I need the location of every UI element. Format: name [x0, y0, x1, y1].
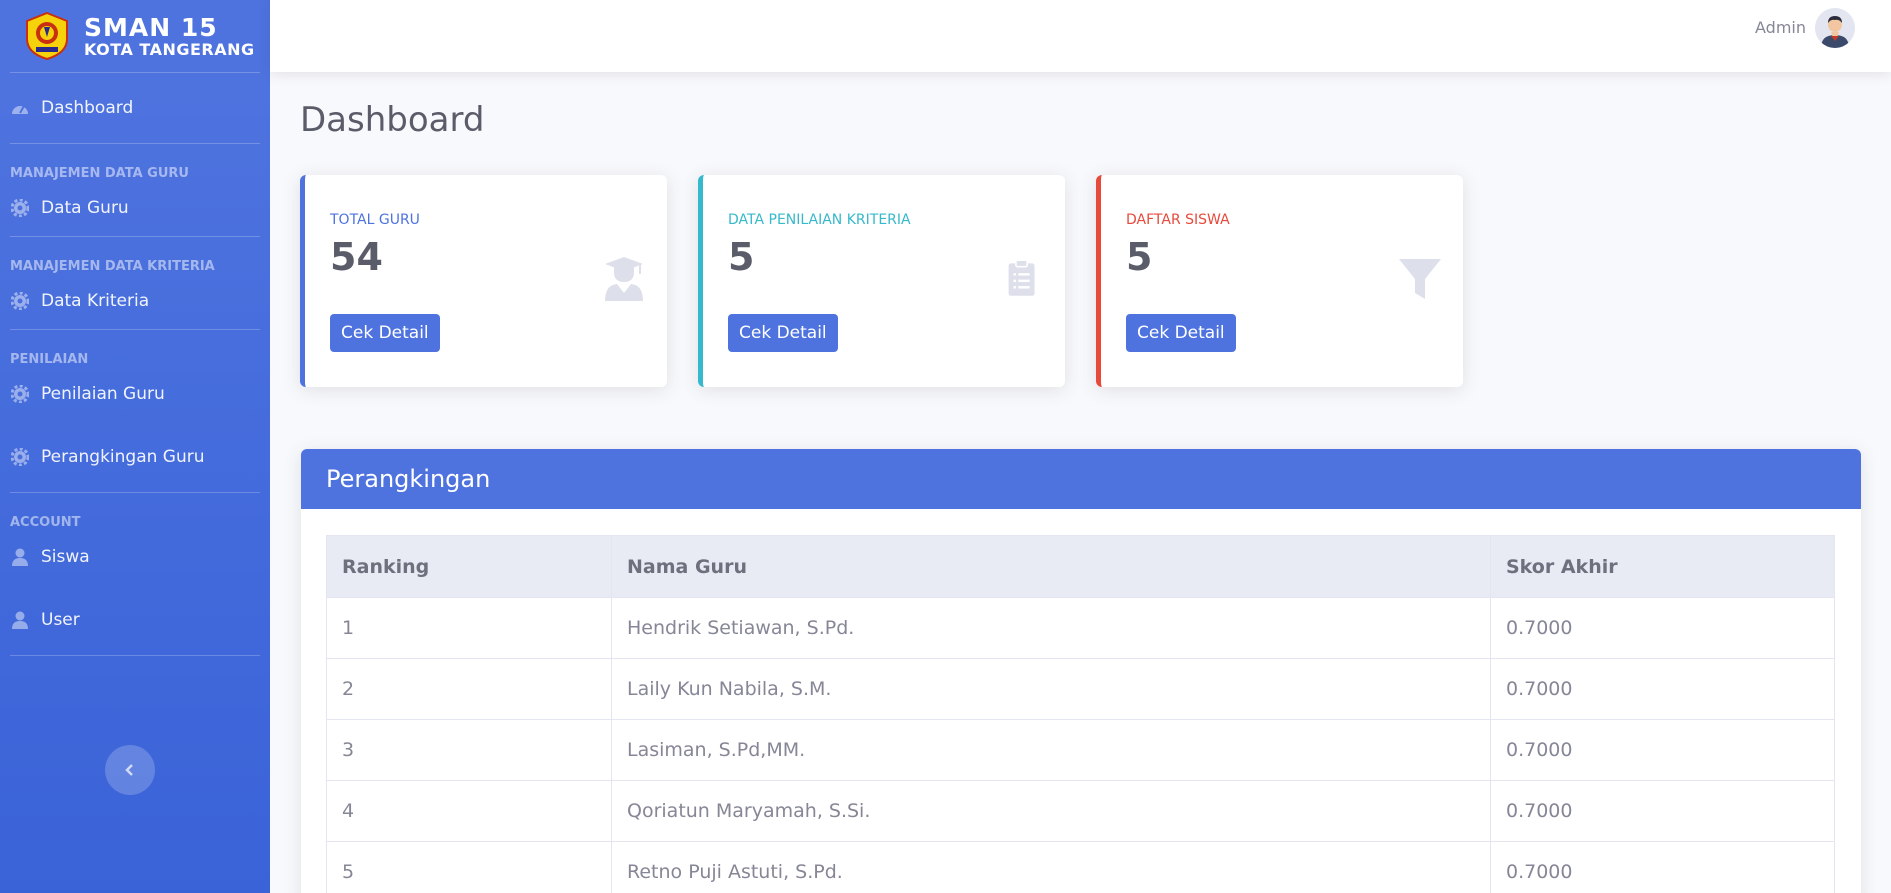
sidebar-heading-kriteria: MANAJEMEN DATA KRITERIA [10, 259, 215, 274]
user-icon [11, 548, 29, 566]
sidebar-item-label: Data Kriteria [41, 291, 150, 311]
card-label: DAFTAR SISWA [1126, 212, 1230, 228]
card-total-guru: TOTAL GURU 54 Cek Detail [300, 175, 667, 387]
cell-ranking: 2 [326, 658, 612, 720]
table-header-row: Ranking Nama Guru Skor Akhir [326, 535, 1835, 598]
ranking-table: Ranking Nama Guru Skor Akhir 1 Hendrik S… [326, 535, 1835, 893]
sidebar-item-label: Dashboard [41, 98, 134, 118]
sidebar-item-data-guru[interactable]: Data Guru [0, 180, 270, 236]
sidebar-heading-account: ACCOUNT [10, 515, 81, 530]
cell-nama-guru: Laily Kun Nabila, S.M. [611, 658, 1491, 720]
cell-ranking: 5 [326, 841, 612, 893]
brand-city: KOTA TANGERANG [84, 39, 255, 59]
cell-nama-guru: Retno Puji Astuti, S.Pd. [611, 841, 1491, 893]
cek-detail-button[interactable]: Cek Detail [728, 314, 838, 352]
table-row: 5 Retno Puji Astuti, S.Pd. 0.7000 [326, 841, 1835, 893]
user-icon [11, 611, 29, 629]
sidebar-item-label: Penilaian Guru [41, 384, 165, 404]
cell-skor-akhir: 0.7000 [1490, 841, 1835, 893]
sidebar-item-label: Data Guru [41, 198, 129, 218]
sidebar-item-user[interactable]: User [0, 585, 270, 655]
card-data-penilaian-kriteria: DATA PENILAIAN KRITERIA 5 Cek Detail [698, 175, 1065, 387]
brand-text: SMAN 15 KOTA TANGERANG [84, 15, 255, 58]
sidebar-item-siswa[interactable]: Siswa [0, 529, 270, 585]
topbar-user-name[interactable]: Admin [1755, 18, 1806, 37]
card-label: TOTAL GURU [330, 212, 420, 228]
cek-detail-button[interactable]: Cek Detail [330, 314, 440, 352]
ranking-panel-title: Perangkingan [301, 449, 1861, 509]
ranking-panel: Perangkingan Ranking Nama Guru Skor Akhi… [301, 449, 1861, 893]
sidebar-item-label: Siswa [41, 547, 90, 567]
cog-icon [11, 448, 29, 466]
cell-skor-akhir: 0.7000 [1490, 719, 1835, 781]
sidebar-heading-penilaian: PENILAIAN [10, 352, 89, 367]
sidebar-divider [10, 236, 260, 237]
page-title: Dashboard [300, 100, 485, 140]
sidebar-item-label: Perangkingan Guru [41, 447, 205, 467]
cell-nama-guru: Qoriatun Maryamah, S.Si. [611, 780, 1491, 842]
table-row: 4 Qoriatun Maryamah, S.Si. 0.7000 [326, 780, 1835, 842]
sidebar-item-dashboard[interactable]: Dashboard [0, 73, 270, 143]
cell-skor-akhir: 0.7000 [1490, 658, 1835, 720]
user-graduate-icon [605, 257, 643, 301]
topbar: Admin [270, 0, 1891, 72]
column-header-ranking[interactable]: Ranking [326, 535, 612, 598]
sidebar-item-perangkingan-guru[interactable]: Perangkingan Guru [0, 422, 270, 492]
card-label: DATA PENILAIAN KRITERIA [728, 212, 911, 228]
clipboard-list-icon [1008, 259, 1035, 296]
cell-skor-akhir: 0.7000 [1490, 780, 1835, 842]
cek-detail-button[interactable]: Cek Detail [1126, 314, 1236, 352]
sidebar-toggle-button[interactable] [105, 745, 155, 795]
cell-skor-akhir: 0.7000 [1490, 597, 1835, 659]
cell-ranking: 1 [326, 597, 612, 659]
table-row: 2 Laily Kun Nabila, S.M. 0.7000 [326, 658, 1835, 720]
card-value: 5 [728, 235, 755, 279]
tachometer-icon [11, 99, 29, 117]
table-row: 1 Hendrik Setiawan, S.Pd. 0.7000 [326, 597, 1835, 659]
cell-ranking: 4 [326, 780, 612, 842]
chevron-left-icon [125, 764, 133, 776]
sidebar-item-penilaian-guru[interactable]: Penilaian Guru [0, 366, 270, 422]
card-daftar-siswa: DAFTAR SISWA 5 Cek Detail [1096, 175, 1463, 387]
sidebar-divider [10, 655, 260, 656]
card-value: 5 [1126, 235, 1153, 279]
avatar[interactable] [1815, 8, 1855, 48]
school-logo-icon [26, 11, 68, 61]
cell-ranking: 3 [326, 719, 612, 781]
sidebar-divider [10, 143, 260, 144]
sidebar-brand[interactable]: SMAN 15 KOTA TANGERANG [0, 0, 270, 72]
sidebar-divider [10, 329, 260, 330]
brand-name: SMAN 15 [84, 12, 218, 42]
column-header-skor-akhir[interactable]: Skor Akhir [1490, 535, 1835, 598]
sidebar-item-data-kriteria[interactable]: Data Kriteria [0, 273, 270, 329]
cog-icon [11, 385, 29, 403]
cog-icon [11, 199, 29, 217]
sidebar-item-label: User [41, 610, 80, 630]
table-row: 3 Lasiman, S.Pd,MM. 0.7000 [326, 719, 1835, 781]
sidebar-heading-guru: MANAJEMEN DATA GURU [10, 166, 189, 181]
user-avatar-icon [1815, 8, 1855, 48]
card-value: 54 [330, 235, 383, 279]
cell-nama-guru: Lasiman, S.Pd,MM. [611, 719, 1491, 781]
cell-nama-guru: Hendrik Setiawan, S.Pd. [611, 597, 1491, 659]
filter-icon [1399, 259, 1441, 299]
sidebar: SMAN 15 KOTA TANGERANG Dashboard MANAJEM… [0, 0, 270, 893]
sidebar-divider [10, 492, 260, 493]
cog-icon [11, 292, 29, 310]
column-header-nama-guru[interactable]: Nama Guru [611, 535, 1491, 598]
